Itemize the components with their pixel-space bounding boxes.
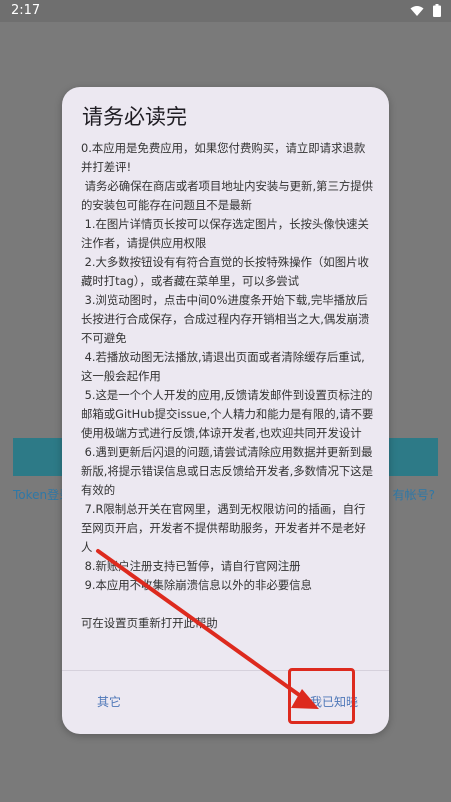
annotation-arrow	[96, 549, 319, 709]
